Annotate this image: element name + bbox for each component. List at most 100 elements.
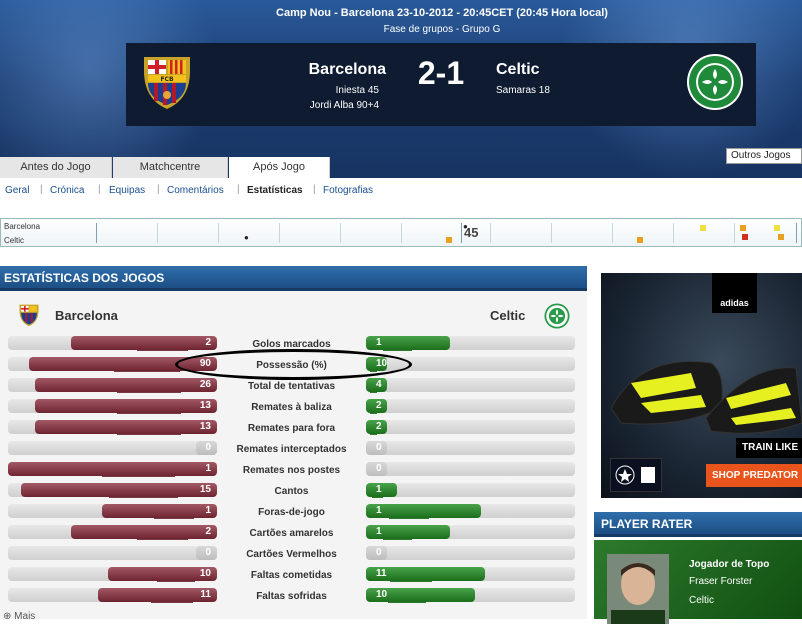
home-stat-bar-track: 90 [8,357,217,371]
home-stat-bar: 0 [196,441,217,455]
away-stat-value: 10 [376,589,388,600]
away-stat-value: 1 [376,337,382,348]
stat-row: 1 Remates nos postes 0 [0,459,587,480]
match-header: Camp Nou - Barcelona 23-10-2012 - 20:45C… [0,0,802,178]
home-stat-value: 0 [205,442,211,453]
stat-row: 90 Possessão (%) 10 [0,354,587,375]
stat-underline [117,392,181,393]
home-team-name[interactable]: Barcelona [286,61,386,79]
home-stat-value: 26 [199,379,211,390]
other-games-select[interactable]: Outros Jogos [726,148,802,164]
stat-underline [154,518,194,519]
home-stat-bar: 2 [71,525,217,539]
timeline-tick [96,223,97,243]
more-link[interactable]: ⊕ Mais [3,611,35,622]
substitution-icon[interactable] [778,234,784,240]
stat-underline [370,392,377,393]
home-stat-bar-track: 10 [8,567,217,581]
home-stat-bar-track: 0 [8,441,217,455]
subnav-cronica[interactable]: Crónica [50,185,84,196]
ball-icon[interactable]: ● [244,234,250,242]
away-stat-bar: 4 [366,378,387,392]
stat-underline [370,413,377,414]
stat-row: 0 Cartões Vermelhos 0 [0,543,587,564]
stat-row: 13 Remates à baliza 2 [0,396,587,417]
shop-predator-button[interactable]: SHOP PREDATOR [706,464,802,487]
substitution-icon[interactable] [740,225,746,231]
home-stat-bar: 13 [35,420,217,434]
match-stats-panel: ESTATÍSTICAS DOS JOGOS Barcelona Celtic … [0,266,587,619]
subnav-comentarios[interactable]: Comentários [167,185,224,196]
stat-label: Remates nos postes [242,465,341,476]
player-name[interactable]: Fraser Forster [689,576,752,587]
stat-row: 11 Faltas sofridas 10 [0,585,587,606]
away-stat-bar-track: 0 [366,462,575,476]
stat-row: 1 Foras-de-jogo 1 [0,501,587,522]
substitution-icon[interactable] [637,237,643,243]
away-stat-bar: 1 [366,336,450,350]
subnav-fotografias[interactable]: Fotografias [323,185,373,196]
away-stat-bar: 10 [366,357,387,371]
tab-matchcentre[interactable]: Matchcentre [113,157,228,178]
stat-label: Remates para fora [247,423,336,434]
player-photo[interactable] [607,554,669,624]
barcelona-crest-icon [19,304,39,327]
home-stat-value: 2 [205,526,211,537]
away-stat-value: 1 [376,505,382,516]
timeline-away-label: Celtic [4,236,25,245]
home-stat-bar: 10 [108,567,217,581]
timeline-tick [340,223,341,243]
home-stat-value: 15 [199,484,211,495]
home-stat-bar-track: 26 [8,378,217,392]
tab-antes-do-jogo[interactable]: Antes do Jogo [0,157,112,178]
timeline-tick [734,223,735,243]
away-stat-bar: 0 [366,441,387,455]
away-team-name[interactable]: Celtic [496,61,540,79]
timeline-tick [673,223,674,243]
away-stat-value: 2 [376,400,382,411]
celtic-crest-icon[interactable] [686,53,744,111]
yellow-card-icon[interactable] [700,225,706,231]
stat-underline [372,497,383,498]
ad-banner[interactable]: adidas TRAIN LIKE SHOP PREDATOR [601,273,802,498]
subnav-equipas[interactable]: Equipas [109,185,145,196]
stat-underline [388,602,426,603]
stat-label: Foras-de-jogo [258,507,325,518]
stat-underline [114,371,180,372]
stat-label: Possessão (%) [256,360,327,371]
ball-icon[interactable]: ● [463,223,469,231]
advertisement[interactable]: adidas TRAIN LIKE SHOP PREDATOR [594,266,802,506]
home-stat-bar-track: 13 [8,420,217,434]
stat-underline [117,434,181,435]
stat-underline [370,434,377,435]
venue-line: Camp Nou - Barcelona 23-10-2012 - 20:45C… [276,7,608,19]
away-stat-bar: 1 [366,525,450,539]
stat-label: Cartões Vermelhos [246,549,337,560]
more-link-label: Mais [14,611,36,622]
yellow-card-icon[interactable] [774,225,780,231]
stat-label: Total de tentativas [247,381,336,392]
away-stat-value: 10 [376,358,388,369]
away-stat-bar: 2 [366,420,387,434]
subnav-estatisticas[interactable]: Estatísticas [247,185,303,196]
stat-row: 13 Remates para fora 2 [0,417,587,438]
stat-underline [390,581,432,582]
away-stat-value: 1 [376,526,382,537]
away-stat-bar: 2 [366,399,387,413]
stat-underline [383,350,412,351]
stat-row: 2 Cartões amarelos 1 [0,522,587,543]
away-stat-value: 0 [376,442,382,453]
tab-apos-jogo[interactable]: Após Jogo [229,157,330,178]
barcelona-crest-icon[interactable]: FCB [138,53,196,111]
home-stat-bar: 1 [8,462,217,476]
substitution-icon[interactable] [742,234,748,240]
away-stat-value: 1 [376,484,382,495]
stat-row: 15 Cantos 1 [0,480,587,501]
stat-label: Faltas cometidas [250,570,333,581]
away-stat-value: 4 [376,379,382,390]
player-rater-body[interactable]: Jogador de Topo Fraser Forster Celtic [594,540,802,624]
substitution-icon[interactable] [446,237,452,243]
player-club: Celtic [689,595,715,606]
home-scorer: Jordi Alba 90+4 [309,100,379,111]
subnav-geral[interactable]: Geral [5,185,29,196]
